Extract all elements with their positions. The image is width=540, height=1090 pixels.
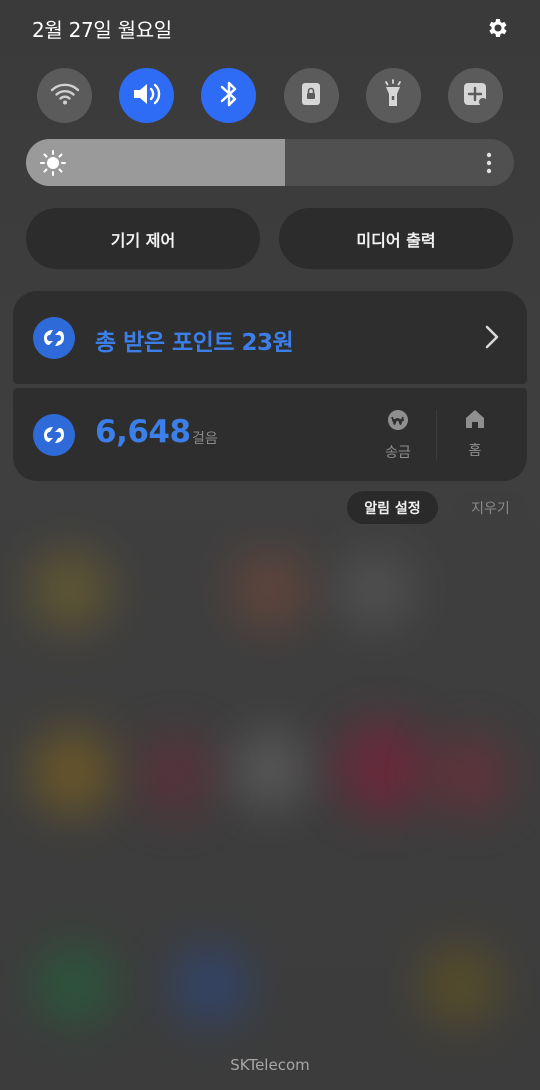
sound-toggle[interactable] [119,68,175,123]
steps-count: 6,648 [95,414,191,450]
quick-settings-row [37,68,503,123]
steps-notification[interactable]: 6,648 걸음 송금 홈 [13,388,527,481]
carrier-label: SKTelecom [230,1056,310,1074]
more-options-icon[interactable] [486,152,492,174]
wifi-toggle[interactable] [37,68,92,123]
add-tile-toggle[interactable] [447,68,503,123]
send-money-button[interactable]: 송금 [373,408,423,464]
media-output-button[interactable]: 미디어 출력 [279,208,513,269]
brightness-slider[interactable] [26,139,514,186]
sun-icon [40,150,66,176]
notification-settings-button[interactable]: 알림 설정 [347,491,438,524]
app-logo-icon [33,414,75,456]
home-label: 홈 [468,443,482,459]
bluetooth-icon [218,79,240,113]
date-label: 2월 27일 월요일 [32,17,172,42]
status-header: 2월 27일 월요일 [32,12,510,44]
home-icon [464,408,486,434]
add-icon [462,81,488,111]
steps-unit: 걸음 [192,431,218,447]
home-button[interactable]: 홈 [450,408,500,464]
points-text: 총 받은 포인트 23원 [95,330,294,356]
chevron-right-icon[interactable] [485,325,499,349]
flashlight-toggle[interactable] [365,68,421,123]
bluetooth-toggle[interactable] [201,68,257,123]
won-icon [386,408,410,436]
clear-notifications-button[interactable]: 지우기 [454,491,527,524]
send-money-label: 송금 [385,445,411,461]
app-logo-icon [33,317,75,359]
gear-icon[interactable] [484,15,510,41]
lock-icon [299,81,323,111]
flashlight-icon [381,78,405,113]
volume-icon [131,80,163,112]
device-control-button[interactable]: 기기 제어 [26,208,260,269]
action-divider [436,410,437,460]
wifi-icon [50,82,80,110]
points-notification[interactable]: 총 받은 포인트 23원 [13,291,527,384]
rotation-lock-toggle[interactable] [283,68,339,123]
